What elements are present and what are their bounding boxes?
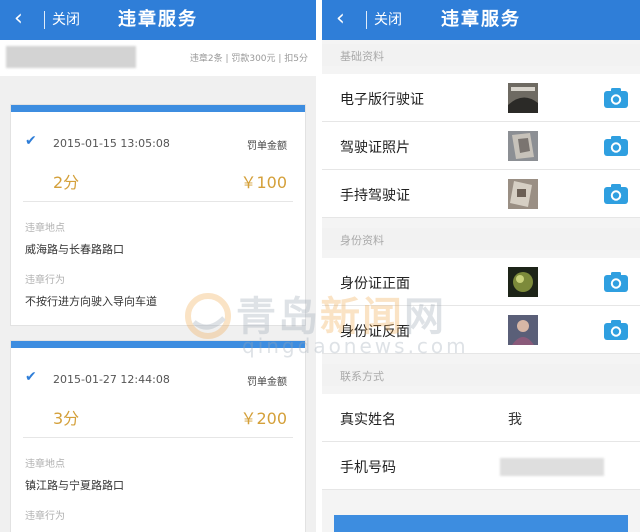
section-label: 联系方式 bbox=[340, 370, 384, 383]
section-label: 基础资料 bbox=[340, 50, 384, 63]
check-icon: ✔ bbox=[25, 133, 37, 149]
license-photo-thumbnail[interactable] bbox=[508, 131, 538, 161]
nav-bar: ‹ 关闭 违章服务 bbox=[0, 0, 316, 40]
penalty-points: 3分 bbox=[53, 409, 80, 428]
row-license-photo[interactable]: 驾驶证照片 bbox=[322, 122, 640, 170]
camera-icon[interactable] bbox=[604, 272, 628, 292]
row-hold-license[interactable]: 手持驾驶证 bbox=[322, 170, 640, 218]
row-label: 身份证正面 bbox=[340, 276, 410, 292]
section-header-contact: 联系方式 bbox=[322, 364, 640, 386]
row-id-front[interactable]: 身份证正面 bbox=[322, 258, 640, 306]
fine-amount: ￥100 bbox=[240, 173, 287, 192]
violation-place: 威海路与长春路路口 bbox=[25, 243, 124, 256]
id-back-thumbnail[interactable] bbox=[508, 315, 538, 345]
vehicle-summary: 违章2条 | 罚款300元 | 扣5分 bbox=[0, 40, 316, 76]
phone-number-blurred[interactable] bbox=[500, 458, 604, 476]
behavior-label: 违章行为 bbox=[25, 275, 65, 286]
row-label: 手机号码 bbox=[340, 460, 396, 476]
fine-amount: ￥200 bbox=[240, 409, 287, 428]
violation-datetime: 2015-01-15 13:05:08 bbox=[53, 137, 170, 150]
row-label: 身份证反面 bbox=[340, 324, 410, 340]
row-label: 真实姓名 bbox=[340, 412, 396, 428]
divider bbox=[23, 201, 293, 202]
section-header-identity: 身份资料 bbox=[322, 228, 640, 250]
violation-card[interactable]: ✔ 2015-01-15 13:05:08 罚单金额 2分 ￥100 违章地点 … bbox=[10, 104, 306, 326]
hold-license-thumbnail[interactable] bbox=[508, 179, 538, 209]
place-label: 违章地点 bbox=[25, 223, 65, 234]
violation-behavior: 不按行进方向驶入导向车道 bbox=[25, 295, 157, 308]
fine-label: 罚单金额 bbox=[247, 377, 287, 388]
license-thumbnail[interactable] bbox=[508, 83, 538, 113]
real-name-value[interactable]: 我 bbox=[508, 409, 522, 429]
violation-summary: 违章2条 | 罚款300元 | 扣5分 bbox=[189, 54, 308, 64]
behavior-label: 违章行为 bbox=[25, 511, 65, 522]
submit-button[interactable] bbox=[334, 515, 628, 532]
row-id-back[interactable]: 身份证反面 bbox=[322, 306, 640, 354]
page-title: 违章服务 bbox=[441, 9, 521, 30]
fine-label: 罚单金额 bbox=[247, 141, 287, 152]
card-accent-bar bbox=[11, 105, 305, 112]
card-accent-bar bbox=[11, 341, 305, 348]
camera-icon[interactable] bbox=[604, 320, 628, 340]
section-header-basic: 基础资料 bbox=[322, 44, 640, 66]
id-front-thumbnail[interactable] bbox=[508, 267, 538, 297]
violation-list-screen: ‹ 关闭 违章服务 违章2条 | 罚款300元 | 扣5分 ✔ 2015-01-… bbox=[0, 0, 316, 532]
camera-icon[interactable] bbox=[604, 88, 628, 108]
row-label: 驾驶证照片 bbox=[340, 140, 410, 156]
violation-datetime: 2015-01-27 12:44:08 bbox=[53, 373, 170, 386]
row-phone[interactable]: 手机号码 bbox=[322, 442, 640, 490]
plate-number-blurred bbox=[6, 46, 136, 68]
violation-place: 镇江路与宁夏路路口 bbox=[25, 479, 124, 492]
document-upload-screen: ‹ 关闭 违章服务 基础资料 电子版行驶证 驾驶证照片 手持驾驶证 身份资料 身… bbox=[322, 0, 640, 532]
row-label: 电子版行驶证 bbox=[340, 92, 424, 108]
row-real-name[interactable]: 真实姓名 我 bbox=[322, 394, 640, 442]
section-label: 身份资料 bbox=[340, 234, 384, 247]
page-title: 违章服务 bbox=[118, 9, 198, 30]
camera-icon[interactable] bbox=[604, 184, 628, 204]
nav-bar: ‹ 关闭 违章服务 bbox=[322, 0, 640, 40]
row-electronic-license[interactable]: 电子版行驶证 bbox=[322, 74, 640, 122]
violation-card[interactable]: ✔ 2015-01-27 12:44:08 罚单金额 3分 ￥200 违章地点 … bbox=[10, 340, 306, 532]
camera-icon[interactable] bbox=[604, 136, 628, 156]
row-label: 手持驾驶证 bbox=[340, 188, 410, 204]
penalty-points: 2分 bbox=[53, 173, 80, 192]
check-icon: ✔ bbox=[25, 369, 37, 385]
divider bbox=[23, 437, 293, 438]
place-label: 违章地点 bbox=[25, 459, 65, 470]
